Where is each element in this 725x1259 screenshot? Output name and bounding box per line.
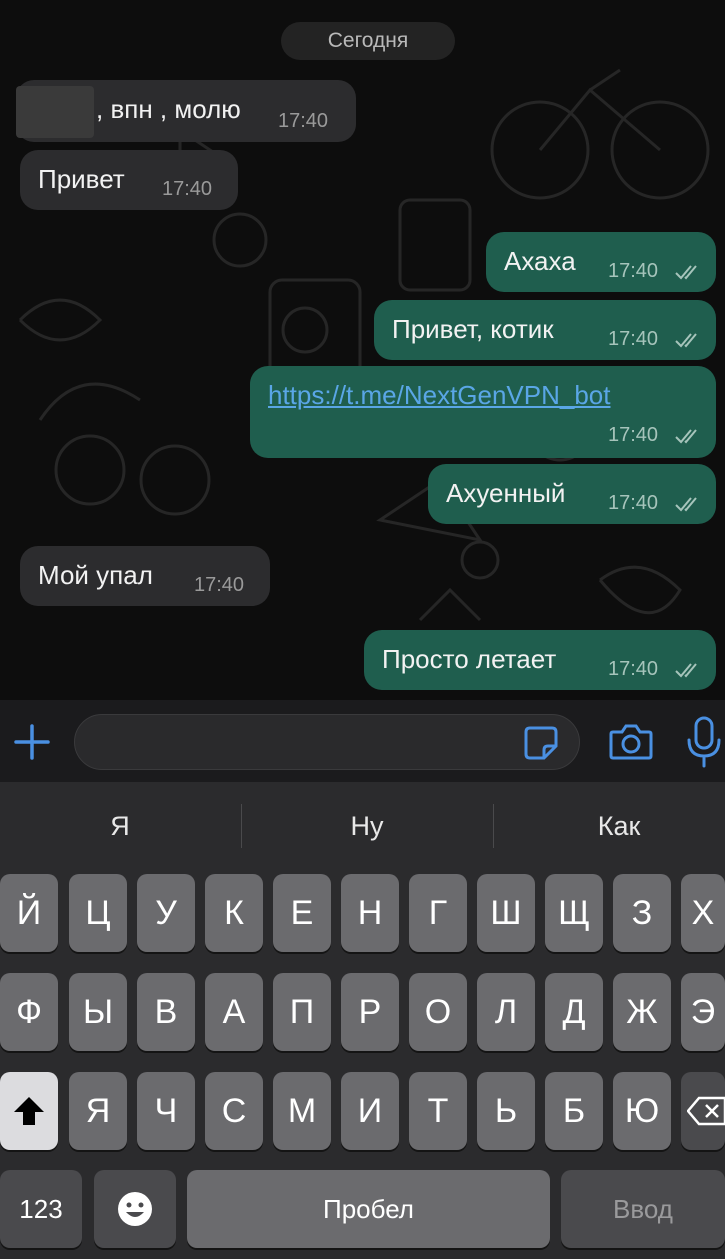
key[interactable]: З xyxy=(613,874,671,952)
shift-icon xyxy=(14,1097,44,1125)
suggestion-item[interactable]: Я xyxy=(0,782,240,870)
camera-icon[interactable] xyxy=(608,720,654,764)
key[interactable]: Й xyxy=(0,874,58,952)
key[interactable]: Ы xyxy=(69,973,127,1051)
message-text: Привет xyxy=(38,164,125,194)
suggestion-item[interactable]: Как xyxy=(494,782,725,870)
message-link[interactable]: https://t.me/NextGenVPN_bot xyxy=(268,380,611,411)
sticker-icon[interactable] xyxy=(522,724,560,762)
date-separator: Сегодня xyxy=(281,22,455,60)
message-bubble-outgoing[interactable]: Ахаха 17:40 xyxy=(486,232,716,292)
message-time: 17:40 xyxy=(278,110,329,132)
key[interactable]: О xyxy=(409,973,467,1051)
shift-key[interactable] xyxy=(0,1072,58,1150)
message-text: , впн , молю xyxy=(96,94,241,124)
key[interactable]: Э xyxy=(681,973,725,1051)
key[interactable]: Д xyxy=(545,973,603,1051)
key[interactable]: Ч xyxy=(137,1072,195,1150)
emoji-icon xyxy=(118,1192,152,1226)
key[interactable]: М xyxy=(273,1072,331,1150)
message-bubble-outgoing[interactable]: Просто летает 17:40 xyxy=(364,630,716,690)
space-key[interactable]: Пробел xyxy=(187,1170,550,1248)
key[interactable]: Ц xyxy=(69,874,127,952)
key[interactable]: Ь xyxy=(477,1072,535,1150)
key[interactable]: Б xyxy=(545,1072,603,1150)
microphone-icon[interactable] xyxy=(684,716,724,768)
message-text: Ахуенный xyxy=(446,478,566,508)
message-text: Просто летает xyxy=(382,644,557,674)
double-check-icon xyxy=(675,663,697,678)
key[interactable]: Х xyxy=(681,874,725,952)
key[interactable]: К xyxy=(205,874,263,952)
key[interactable]: Ж xyxy=(613,973,671,1051)
key[interactable]: Л xyxy=(477,973,535,1051)
message-time: 17:40 xyxy=(162,178,213,200)
key[interactable]: Ш xyxy=(477,874,535,952)
key[interactable]: Т xyxy=(409,1072,467,1150)
key[interactable]: И xyxy=(341,1072,399,1150)
key[interactable]: П xyxy=(273,973,331,1051)
message-text: Привет, котик xyxy=(392,314,554,344)
double-check-icon xyxy=(675,429,697,444)
message-text: Ахаха xyxy=(504,246,576,276)
double-check-icon xyxy=(675,497,697,512)
key[interactable]: С xyxy=(205,1072,263,1150)
backspace-icon xyxy=(687,1096,725,1126)
message-input[interactable] xyxy=(74,714,580,770)
message-bubble-incoming[interactable]: Мой упал 17:40 xyxy=(20,546,270,606)
key[interactable]: А xyxy=(205,973,263,1051)
key[interactable]: Н xyxy=(341,874,399,952)
message-input-bar xyxy=(0,700,725,782)
backspace-key[interactable] xyxy=(681,1072,725,1150)
message-time: 17:40 xyxy=(608,492,659,514)
key[interactable]: Ю xyxy=(613,1072,671,1150)
message-time: 17:40 xyxy=(608,260,659,282)
key[interactable]: Щ xyxy=(545,874,603,952)
suggestion-item[interactable]: Ну xyxy=(242,782,492,870)
message-bubble-outgoing[interactable]: Привет, котик 17:40 xyxy=(374,300,716,360)
message-time: 17:40 xyxy=(194,574,245,596)
predictive-suggestions: Я Ну Как xyxy=(0,782,725,870)
key[interactable]: Ф xyxy=(0,973,58,1051)
message-time: 17:40 xyxy=(608,424,659,446)
chat-area[interactable]: Сегодня , впн , молю 17:40 Привет 17:40 … xyxy=(0,0,725,700)
system-keyboard: Я Ну Как Й Ц У К Е Н Г Ш Щ З Х Ф Ы В А П… xyxy=(0,782,725,1259)
double-check-icon xyxy=(675,265,697,280)
message-bubble-outgoing[interactable]: Ахуенный 17:40 xyxy=(428,464,716,524)
emoji-key[interactable] xyxy=(94,1170,176,1248)
key[interactable]: Е xyxy=(273,874,331,952)
plus-icon[interactable] xyxy=(12,722,52,762)
message-bubble-outgoing-link[interactable]: https://t.me/NextGenVPN_bot 17:40 xyxy=(250,366,716,458)
key[interactable]: В xyxy=(137,973,195,1051)
return-key[interactable]: Ввод xyxy=(561,1170,725,1248)
redacted-name-block xyxy=(16,86,94,138)
key[interactable]: Р xyxy=(341,973,399,1051)
message-bubble-incoming[interactable]: Привет 17:40 xyxy=(20,150,238,210)
message-time: 17:40 xyxy=(608,328,659,350)
message-time: 17:40 xyxy=(608,658,659,680)
key[interactable]: Г xyxy=(409,874,467,952)
key[interactable]: У xyxy=(137,874,195,952)
numbers-key[interactable]: 123 xyxy=(0,1170,82,1248)
message-text: Мой упал xyxy=(38,560,153,590)
double-check-icon xyxy=(675,333,697,348)
key[interactable]: Я xyxy=(69,1072,127,1150)
